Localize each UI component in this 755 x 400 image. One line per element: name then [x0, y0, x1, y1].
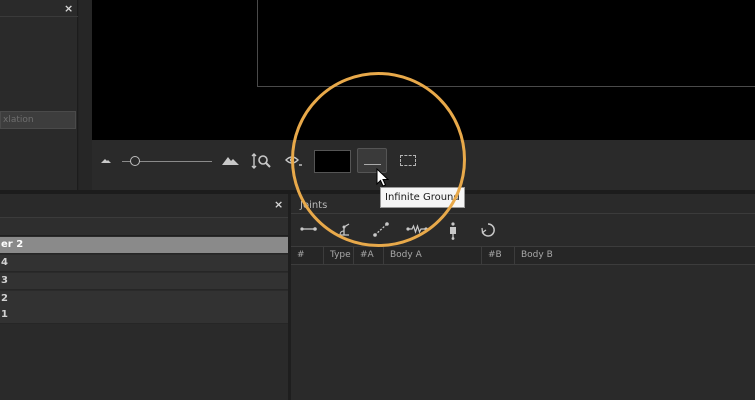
top-left-panel: × xlation [0, 0, 78, 190]
joints-table-header: # Type #A Body A #B Body B [291, 246, 755, 265]
mouse-cursor-icon [376, 168, 389, 187]
zoom-slider-handle[interactable] [130, 156, 140, 166]
scene-viewport[interactable] [92, 0, 755, 140]
zoom-in-mountain-icon[interactable] [222, 154, 239, 166]
distance-joint-icon[interactable] [372, 222, 390, 238]
stage-frame [257, 0, 755, 87]
rotary-joint-icon[interactable] [480, 222, 496, 238]
column-header-body-b[interactable]: Body B [515, 247, 755, 264]
column-header-type[interactable]: Type [324, 247, 354, 264]
panel-gap [79, 0, 92, 190]
layer-row[interactable]: 4 [0, 255, 288, 272]
close-icon[interactable]: × [274, 198, 283, 211]
column-header-body-a-index[interactable]: #A [354, 247, 384, 264]
piston-joint-icon[interactable] [447, 222, 459, 240]
angle-joint-icon[interactable] [335, 222, 353, 238]
background-color-swatch[interactable] [314, 150, 351, 173]
layer-row[interactable]: 3 [0, 273, 288, 290]
layers-panel-header [0, 217, 288, 236]
column-header-body-b-index[interactable]: #B [482, 247, 515, 264]
close-icon[interactable]: × [64, 2, 73, 15]
column-header-body-a[interactable]: Body A [384, 247, 482, 264]
visibility-eye-icon[interactable] [285, 154, 303, 168]
joints-panel-title: Joints [300, 200, 328, 211]
tooltip: Infinite Ground [380, 187, 465, 208]
marquee-select-icon[interactable] [400, 155, 416, 166]
viewport-toolbar [92, 140, 755, 190]
zoom-out-mountain-icon[interactable] [101, 156, 111, 164]
layer-row[interactable]: 2 [0, 291, 288, 308]
panel-header-divider [291, 213, 755, 214]
layer-row[interactable]: 1 [0, 307, 288, 324]
joints-panel: Joints # Type #A Body A #B Body B [291, 194, 755, 400]
spring-joint-icon[interactable] [406, 222, 428, 236]
column-header-index[interactable]: # [291, 247, 324, 264]
pin-joint-icon[interactable] [300, 222, 318, 236]
property-field[interactable]: xlation [0, 111, 76, 129]
layer-row[interactable]: er 2 [0, 237, 288, 254]
infinite-ground-icon [364, 164, 381, 165]
layers-panel: × er 2 4 3 2 1 [0, 194, 288, 400]
panel-header-divider [0, 16, 78, 17]
fit-zoom-icon[interactable] [251, 153, 273, 169]
